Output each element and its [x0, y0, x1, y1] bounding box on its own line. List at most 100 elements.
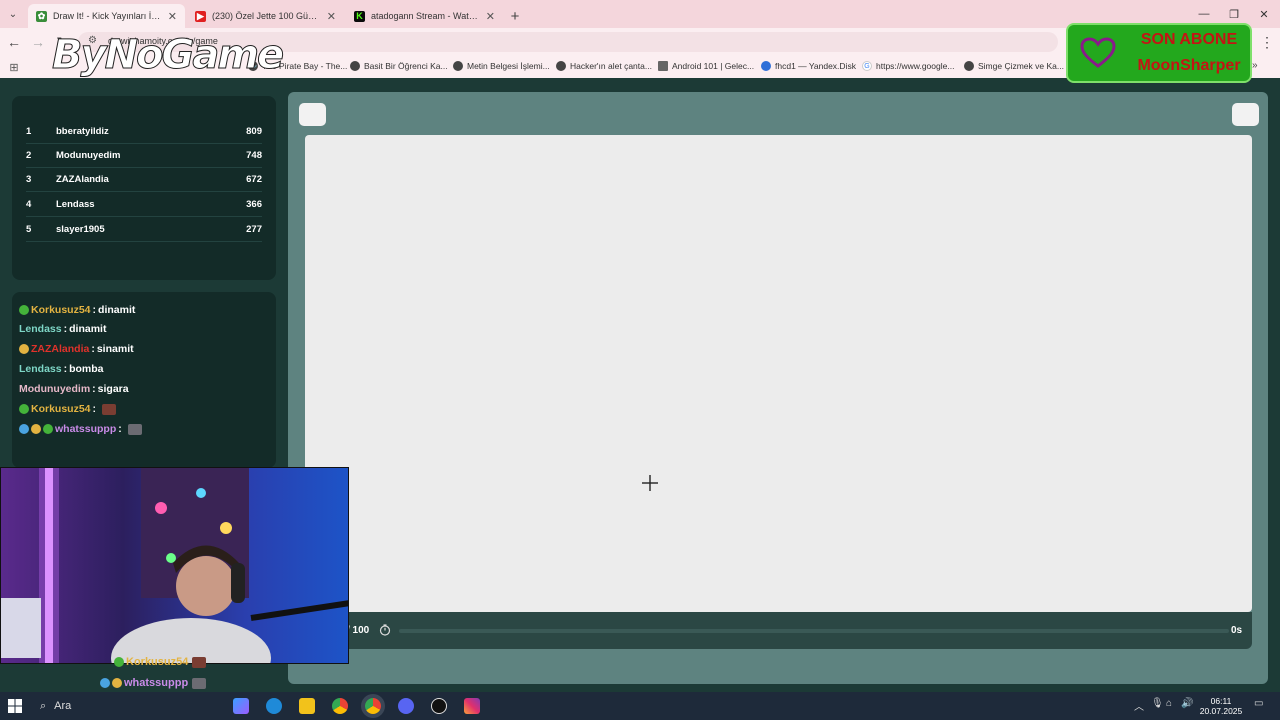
leaf-icon: ✿: [36, 10, 47, 22]
bookmark-item[interactable]: Android 101 | Gelec...: [658, 61, 754, 71]
emote-icon: [127, 423, 142, 435]
close-window-icon[interactable]: ✕: [1248, 0, 1280, 28]
search-label: Ara: [54, 700, 72, 712]
tab-kick[interactable]: K atadogann Stream - Watch Live ✕: [346, 4, 503, 28]
rank: 4: [26, 199, 32, 210]
chat-separator: :: [92, 403, 97, 415]
bookmark-label: Simge Çizmek ve Ka...: [978, 61, 1064, 71]
player-score: 672: [246, 174, 262, 185]
emote-icon: [192, 677, 207, 689]
tab-search-chevron-icon[interactable]: ⌄: [0, 0, 26, 28]
tab-label: atadogann Stream - Watch Live: [371, 11, 480, 21]
kick-icon: K: [354, 10, 365, 22]
settings-button[interactable]: [1232, 103, 1259, 126]
leaderboard-row: 4 Lendass 366: [26, 193, 262, 217]
drawing-canvas[interactable]: [305, 135, 1252, 612]
close-tab-icon[interactable]: ✕: [486, 10, 495, 23]
windows-taskbar: ⌕ Ara ︿ 🎙 ⌂ 🔊 06:11 20.07.2025 ▭: [0, 692, 1280, 720]
clock-time: 06:11: [1210, 696, 1232, 706]
google-icon: G: [862, 61, 872, 71]
chat-username: whatssuppp: [124, 677, 189, 689]
player-name: Lendass: [56, 199, 95, 210]
more-menu-icon[interactable]: ⋮: [1258, 28, 1276, 56]
discord-icon[interactable]: [398, 698, 414, 714]
chat-username: Lendass: [19, 323, 62, 335]
taskbar-search[interactable]: ⌕ Ara: [32, 694, 228, 718]
timer-icon: [379, 624, 391, 636]
back-arrow-icon[interactable]: ←: [2, 28, 26, 56]
chat-message: Lendass: dinamit: [19, 323, 106, 335]
tab-label: Draw It! - Kick Yayınları İçin Çizi: [53, 11, 162, 21]
close-tab-icon[interactable]: ✕: [168, 10, 177, 23]
player-score: 277: [246, 224, 262, 235]
instagram-icon[interactable]: [464, 698, 480, 714]
heart-icon: [1068, 25, 1128, 81]
chat-message: whatssuppp: [100, 677, 207, 689]
chat-username: Modunuyedim: [19, 383, 91, 395]
bookmark-item[interactable]: Simge Çizmek ve Ka...: [964, 61, 1064, 71]
tab-youtube[interactable]: ▶ (230) Özel Jette 100 Gün Tutsak ✕: [187, 4, 344, 28]
chevron-up-icon[interactable]: ︿: [1134, 698, 1144, 713]
player-score: 748: [246, 150, 262, 161]
edge-icon[interactable]: [266, 698, 282, 714]
windows-start-icon[interactable]: [8, 699, 22, 713]
player-name: slayer1905: [56, 224, 105, 235]
bookmark-label: https://www.google...: [876, 61, 955, 71]
bookmark-item[interactable]: Metin Belgesi İşlemi...: [453, 61, 550, 71]
leaderboard-row: 2 Modunuyedim 748: [26, 144, 262, 168]
chat-message: Lendass: bomba: [19, 363, 104, 375]
round-progress-bar: / 100 0s: [343, 612, 1252, 649]
volume-icon[interactable]: 🔊: [1181, 698, 1193, 709]
new-tab-button[interactable]: +: [503, 4, 527, 28]
globe-icon: [350, 61, 360, 71]
network-icon[interactable]: ⌂: [1166, 698, 1172, 709]
sub-title: SON ABONE: [1140, 31, 1238, 48]
microphone-icon[interactable]: 🎙: [1151, 698, 1164, 709]
file-explorer-icon[interactable]: [299, 698, 315, 714]
chat-username: Lendass: [19, 363, 62, 375]
chat-separator: :: [63, 363, 68, 375]
chrome-icon[interactable]: [332, 698, 348, 714]
notifications-icon[interactable]: ▭: [1254, 698, 1263, 709]
round-counter: / 100: [347, 625, 370, 636]
player-name: ZAZAlandia: [56, 174, 109, 185]
emote-icon: [102, 403, 117, 415]
crown-badge-icon: [112, 678, 122, 688]
bookmark-item[interactable]: fhcd1 — Yandex.Disk: [761, 61, 856, 71]
crown-badge-icon: [31, 424, 41, 434]
player-score: 809: [246, 126, 262, 137]
bookmark-item[interactable]: Basit Bir Öğrenci Ka...: [350, 61, 448, 71]
bookmark-label: Android 101 | Gelec...: [672, 61, 755, 71]
chat-username: whatssuppp: [55, 423, 117, 435]
rank: 1: [26, 126, 32, 137]
chat-text: sigara: [97, 383, 129, 395]
sub-badge-icon: [43, 424, 53, 434]
apps-grid-icon[interactable]: ⊞: [0, 61, 28, 74]
timer-value: 0s: [1231, 625, 1243, 636]
leaderboard-row: 3 ZAZAlandia 672: [26, 168, 262, 192]
chat-separator: :: [118, 423, 122, 435]
leaderboard-panel: 1 bberatyildiz 809 2 Modunuyedim 748 3 Z…: [12, 96, 276, 280]
crosshair-cursor-icon: [642, 475, 658, 491]
sub-name: MoonSharper: [1137, 57, 1241, 74]
menu-button[interactable]: [299, 103, 326, 126]
close-tab-icon[interactable]: ✕: [327, 10, 336, 23]
bookmark-item[interactable]: Hacker'ın alet çanta...: [556, 61, 652, 71]
obs-icon[interactable]: [431, 698, 447, 714]
player-score: 366: [246, 199, 262, 210]
chat-message: Modunuyedim: sigara: [19, 383, 129, 395]
chat-text: sinamit: [96, 343, 134, 355]
more-bookmarks-icon[interactable]: »: [1252, 60, 1258, 71]
time-track: [399, 629, 1229, 633]
tab-drawit[interactable]: ✿ Draw It! - Kick Yayınları İçin Çizi ✕: [28, 4, 185, 28]
copilot-icon[interactable]: [233, 698, 249, 714]
chrome-active-icon[interactable]: [365, 698, 381, 714]
sub-badge-icon: [19, 305, 29, 315]
forward-arrow-icon[interactable]: →: [26, 28, 50, 56]
bookmark-item[interactable]: Ghttps://www.google...: [862, 61, 954, 71]
system-clock[interactable]: 06:11 20.07.2025: [1196, 696, 1246, 716]
leaderboard-row: 1 bberatyildiz 809: [26, 120, 262, 144]
chat-separator: :: [92, 383, 96, 395]
gift-badge-icon: [19, 344, 29, 354]
sub-badge-icon: [19, 404, 29, 414]
